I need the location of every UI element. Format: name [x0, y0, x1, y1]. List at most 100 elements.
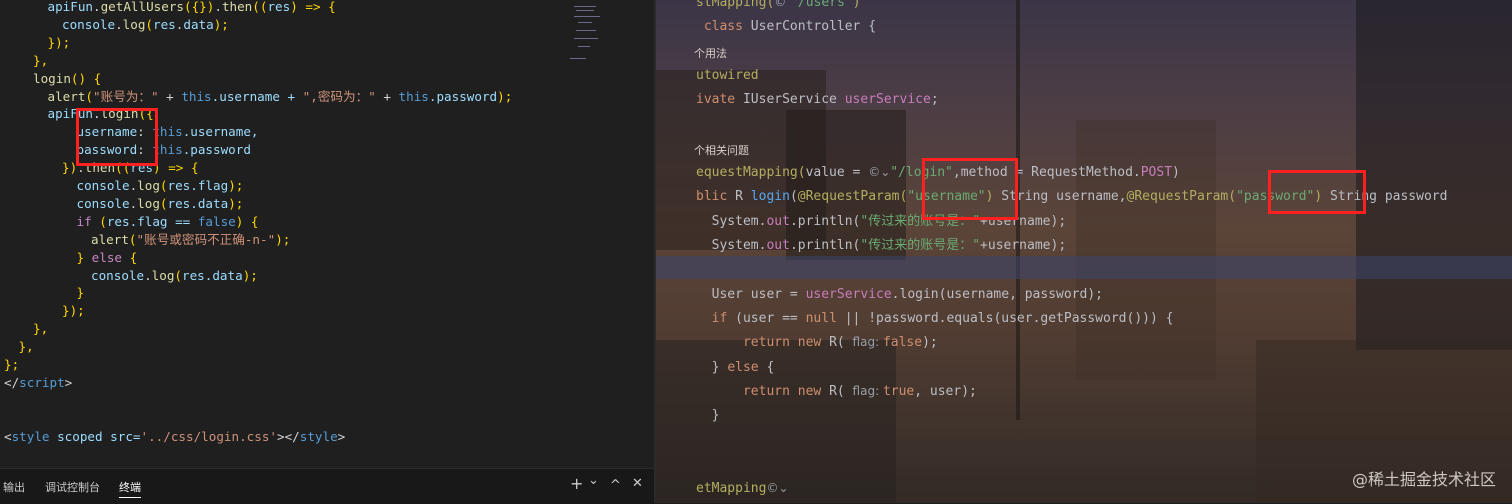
tab-debug-console[interactable]: 调试控制台 — [45, 479, 100, 495]
code-token: data — [183, 16, 214, 32]
code-token: res — [167, 195, 191, 211]
code-token: ({}) — [184, 0, 215, 14]
code-token: return new — [696, 335, 830, 351]
add-terminal-button[interactable]: + — [570, 474, 583, 493]
code-token: ); — [228, 178, 244, 193]
code-line: utowired — [696, 64, 759, 87]
code-token: ); — [242, 267, 258, 283]
code-token: UserController { — [750, 19, 877, 35]
code-token: else — [727, 359, 759, 375]
code-token: .flag — [190, 178, 229, 193]
code-token: console — [76, 195, 130, 211]
code-line: console.log(res.flag); — [77, 177, 244, 195]
code-token: apiFun — [47, 0, 94, 14]
code-token: "传过来的账号是：" — [860, 238, 981, 253]
highlight-box-password-param — [1268, 170, 1366, 214]
code-token: .login(username, password); — [891, 286, 1103, 302]
code-token: @RequestParam( — [797, 189, 908, 205]
watermark: @稀土掘金技术社区 — [1351, 470, 1496, 489]
code-token: flag: — [852, 335, 883, 350]
code-token: © — [774, 0, 791, 9]
code-line: ivate IUserService userService; — [696, 88, 939, 111]
code-token: .password — [428, 88, 498, 104]
code-token: </ — [4, 374, 20, 390]
code-token: res — [182, 267, 205, 283]
code-token: ) => { — [290, 0, 336, 14]
code-token: . — [115, 16, 123, 32]
code-token: res — [167, 178, 191, 193]
code-token: res — [106, 213, 130, 229]
code-token: userService — [805, 286, 892, 302]
minimap[interactable] — [566, 0, 614, 70]
code-token: . — [93, 0, 101, 14]
code-token: ); — [922, 335, 938, 351]
current-line-highlight — [656, 256, 1512, 279]
left-code-editor[interactable]: apiFun.getAllUsers({}).then((res) => {co… — [0, 0, 654, 503]
code-token: value = — [805, 165, 869, 181]
code-token: ",密码为：" — [302, 88, 376, 104]
code-token: false — [197, 213, 236, 229]
code-token: { — [122, 249, 138, 265]
code-token: }, — [33, 52, 49, 68]
code-token: }; — [4, 357, 20, 372]
code-token: ( — [174, 267, 183, 283]
code-token: } — [696, 408, 720, 424]
chevron-down-icon[interactable]: ⌄ — [588, 473, 599, 488]
code-line: alert("账号为：" + this.username + ",密码为：" +… — [48, 88, 513, 106]
code-token: console — [76, 178, 130, 193]
code-token: class — [696, 19, 751, 35]
code-token: else — [91, 249, 123, 265]
tab-output[interactable]: 输出 — [3, 479, 25, 495]
code-token: ) { — [235, 213, 259, 229]
code-inlay-hint[interactable]: 个用法 — [694, 45, 727, 61]
code-token: .password — [182, 142, 251, 158]
code-token: System. — [696, 213, 767, 229]
code-token: ( — [145, 16, 154, 32]
maximize-panel-button[interactable]: ^ — [610, 478, 621, 493]
code-inlay-hint[interactable]: 个相关问题 — [694, 142, 749, 158]
code-token: getAllUsers — [100, 0, 184, 14]
code-token: script — [19, 374, 65, 390]
code-token: etMapping — [696, 481, 767, 496]
code-line: System.out.println("传过来的账号是："+username); — [696, 234, 1067, 257]
right-code-editor[interactable]: stMapping(© "/users") class UserControll… — [656, 0, 1512, 503]
code-token: login — [750, 189, 790, 205]
code-line: } — [696, 404, 720, 427]
code-token: }) — [62, 160, 78, 176]
code-token: flag: — [852, 383, 883, 398]
code-token: log — [151, 267, 175, 283]
code-token: true — [882, 383, 915, 399]
code-token: login — [33, 70, 71, 86]
code-token: (( — [252, 0, 268, 14]
code-token: .println( — [789, 238, 861, 253]
code-token: "账号或密码不正确-n-" — [136, 231, 276, 247]
code-token: .data — [204, 267, 243, 283]
code-token: POST — [1140, 165, 1173, 181]
code-token: style — [299, 428, 338, 444]
code-token: equestMapping( — [696, 165, 806, 181]
code-token: alert — [91, 231, 129, 247]
code-token: alert — [47, 88, 86, 104]
code-token: ( — [91, 213, 107, 229]
code-token: then — [221, 0, 253, 14]
code-token: ); — [497, 88, 513, 104]
code-line: apiFun.getAllUsers({}).then((res) => { — [48, 0, 336, 16]
code-token: ; — [930, 92, 939, 108]
code-token: R( — [829, 335, 853, 351]
code-token: . — [214, 0, 222, 14]
code-token: +username); — [980, 238, 1067, 253]
code-line: if (user == null || !password.equals(use… — [696, 307, 1174, 330]
tab-terminal[interactable]: 终端 — [119, 479, 141, 498]
close-panel-button[interactable]: ✕ — [632, 476, 643, 491]
code-token: () { — [70, 70, 102, 86]
code-token: ); — [213, 16, 229, 32]
code-token: R — [735, 189, 751, 205]
code-token: ) => { — [153, 160, 199, 176]
code-token: scoped src= — [49, 428, 141, 444]
code-token: String username, — [1001, 189, 1127, 205]
code-token: System. — [696, 238, 767, 253]
code-token: , user); — [914, 383, 977, 399]
code-line: } — [77, 284, 85, 302]
code-token: ( — [159, 195, 168, 211]
code-line: }, — [19, 338, 34, 356]
